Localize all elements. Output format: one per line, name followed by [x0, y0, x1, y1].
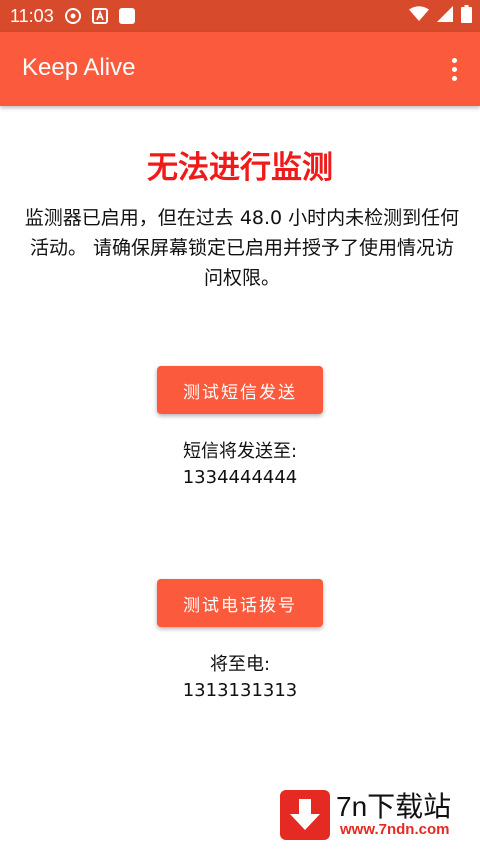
- status-right-group: [409, 0, 472, 32]
- sms-info: 短信将发送至: 1334444444: [0, 439, 480, 491]
- status-bar: 11:03: [0, 0, 480, 32]
- call-info: 将至电: 1313131313: [0, 652, 480, 704]
- more-vert-icon[interactable]: [442, 52, 466, 86]
- battery-icon: [461, 5, 472, 27]
- status-time: 11:03: [10, 5, 54, 26]
- status-heading: 无法进行监测: [147, 150, 333, 186]
- sms-label: 短信将发送至:: [182, 441, 298, 462]
- call-number: 1313131313: [182, 680, 298, 701]
- watermark: 7n下载站 www.7ndn.com: [280, 785, 470, 847]
- status-message: 监测器已启用，但在过去 48.0 小时内未检测到任何活动。 请确保屏幕锁定已启用…: [24, 207, 460, 289]
- watermark-title: 7n下载站: [336, 791, 452, 822]
- watermark-url: www.7ndn.com: [340, 821, 450, 838]
- app-bar: Keep Alive: [0, 32, 480, 106]
- call-label: 将至电:: [209, 654, 271, 675]
- test-sms-button[interactable]: 测试短信发送: [157, 366, 323, 414]
- signal-icon: [437, 6, 453, 26]
- wifi-icon: [409, 6, 429, 26]
- app-title: Keep Alive: [22, 54, 136, 81]
- notification-a-icon: [91, 8, 108, 24]
- download-logo-icon: [280, 790, 330, 840]
- test-call-button[interactable]: 测试电话拨号: [157, 579, 323, 627]
- sms-number: 1334444444: [182, 467, 298, 488]
- notification-square-icon: [118, 7, 136, 25]
- vpn-icon: [64, 7, 82, 25]
